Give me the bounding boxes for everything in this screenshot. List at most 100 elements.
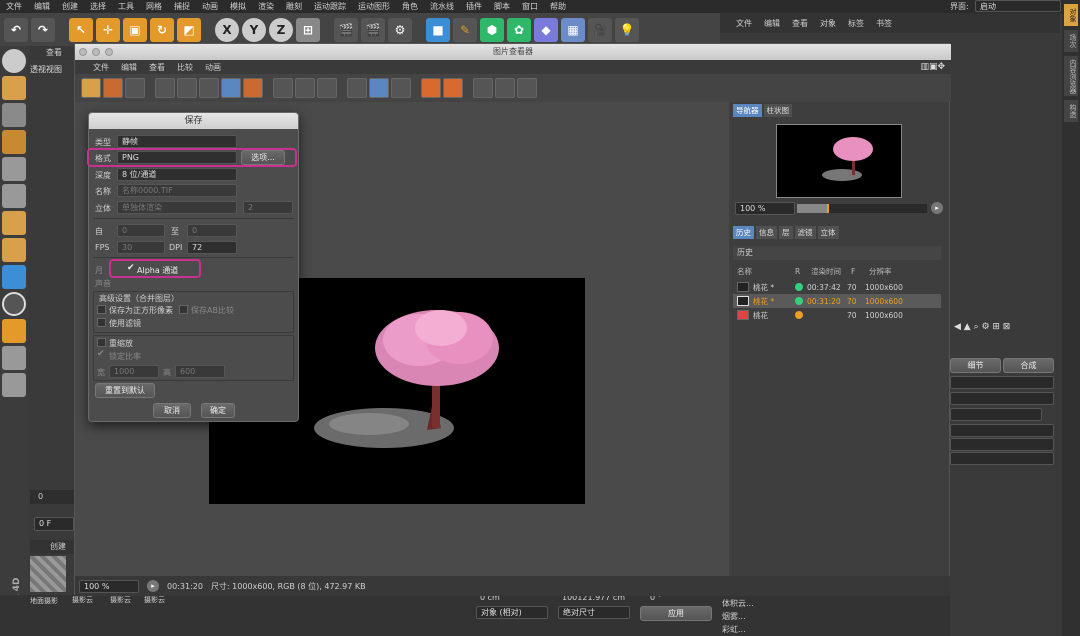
menu-select[interactable]: 选择	[90, 1, 106, 12]
zoom-field[interactable]: 100 %	[79, 579, 139, 593]
navigator-menu-icon[interactable]: ▸	[931, 202, 943, 214]
minimize-icon[interactable]	[92, 48, 100, 56]
save-ab-checkbox[interactable]	[179, 305, 188, 314]
paste-icon[interactable]	[243, 78, 263, 98]
texture-mode-icon[interactable]	[2, 103, 26, 127]
refresh-icon[interactable]	[317, 78, 337, 98]
snap-icon[interactable]	[2, 319, 26, 343]
pen-icon[interactable]: ✎	[453, 17, 477, 42]
menu-animate[interactable]: 动画	[202, 1, 218, 12]
menu-help[interactable]: 帮助	[550, 1, 566, 12]
viewer-menu-file[interactable]: 文件	[93, 62, 109, 73]
menu-tools[interactable]: 工具	[118, 1, 134, 12]
fit-icon[interactable]	[473, 78, 493, 98]
tab-content-browser[interactable]: 内容浏览器	[1064, 56, 1078, 96]
fps-field[interactable]: 30	[117, 241, 165, 254]
menu-simulate[interactable]: 模拟	[230, 1, 246, 12]
menu-sculpt[interactable]: 雕刻	[286, 1, 302, 12]
attr-field-6[interactable]	[950, 452, 1054, 465]
material-create-menu[interactable]: 创建	[30, 540, 74, 554]
menu-pipeline[interactable]: 流水线	[430, 1, 454, 12]
compare-icon[interactable]	[273, 78, 293, 98]
zoom-menu-icon[interactable]: ▸	[147, 580, 159, 592]
om-menu-bookmarks[interactable]: 书签	[876, 18, 892, 29]
zoom-icon[interactable]	[517, 78, 537, 98]
ab-compare-icon[interactable]	[347, 78, 367, 98]
viewer-menu-animation[interactable]: 动画	[205, 62, 221, 73]
undo-icon[interactable]: ↶	[4, 17, 28, 42]
model-mode-icon[interactable]	[2, 76, 26, 100]
stereo-select[interactable]: 单独体渲染	[117, 201, 237, 214]
deformer-icon[interactable]: ◆	[534, 17, 558, 42]
render-settings-icon[interactable]: ⚙	[388, 17, 412, 42]
coordinate-system-icon[interactable]: ⊞	[296, 17, 320, 42]
navigator-zoom-slider[interactable]	[797, 204, 927, 213]
om-menu-file[interactable]: 文件	[736, 18, 752, 29]
planar-workplane-icon[interactable]	[2, 373, 26, 397]
tab-histogram[interactable]: 柱状图	[763, 104, 792, 117]
open-file-icon[interactable]	[81, 78, 101, 98]
name-select[interactable]: 名称0000.TIF	[117, 184, 237, 197]
save-sequence-icon[interactable]	[125, 78, 145, 98]
viewer-menu-edit[interactable]: 编辑	[121, 62, 137, 73]
om-menu-tags[interactable]: 标签	[848, 18, 864, 29]
move-icon[interactable]: ✛	[96, 17, 120, 42]
light-icon[interactable]: 💡	[615, 17, 639, 42]
menu-render[interactable]: 渲染	[258, 1, 274, 12]
size-mode-select[interactable]: 绝对尺寸	[558, 606, 630, 619]
rotate-icon[interactable]: ↻	[150, 17, 174, 42]
history-row[interactable]: 桃花 * 00:37:42 70 1000x600	[733, 280, 941, 294]
render-to-picture-viewer-icon[interactable]: 🎬	[361, 17, 385, 42]
region-icon[interactable]	[295, 78, 315, 98]
om-menu-edit[interactable]: 编辑	[764, 18, 780, 29]
panel-layout-icon[interactable]: ▥▣✥	[920, 62, 945, 72]
fx-item-volumetric-cloud[interactable]: 体积云...	[722, 597, 754, 610]
ok-button[interactable]: 确定	[201, 403, 235, 418]
menu-script[interactable]: 脚本	[494, 1, 510, 12]
material-swatch[interactable]	[30, 556, 66, 592]
current-frame-field[interactable]: 0 F	[34, 517, 74, 531]
render-settings-icon[interactable]	[199, 78, 219, 98]
menu-window[interactable]: 窗口	[522, 1, 538, 12]
navigator-zoom-field[interactable]: 100 %	[735, 202, 795, 215]
live-select-icon[interactable]: ↖	[69, 17, 93, 42]
width-field[interactable]: 1000	[109, 365, 159, 378]
points-mode-icon[interactable]	[2, 157, 26, 181]
y-axis-icon[interactable]: Y	[242, 17, 266, 42]
attr-field-1[interactable]	[950, 376, 1054, 389]
menu-character[interactable]: 角色	[402, 1, 418, 12]
om-menu-view[interactable]: 查看	[792, 18, 808, 29]
tab-takes[interactable]: 场次	[1064, 30, 1078, 52]
set-b-icon[interactable]	[443, 78, 463, 98]
coordinate-mode-select[interactable]: 对象 (相对)	[476, 606, 548, 619]
navigator-thumbnail[interactable]	[776, 124, 902, 198]
from-field[interactable]: 0	[117, 224, 165, 237]
apply-button[interactable]: 应用	[640, 606, 712, 621]
lock-workplane-icon[interactable]	[2, 346, 26, 370]
tweak-mode-icon[interactable]	[2, 265, 26, 289]
lock-ratio-check-icon[interactable]: ✔	[97, 349, 105, 359]
fx-item-smoke[interactable]: 烟雾...	[722, 610, 754, 623]
menu-mograph[interactable]: 运动图形	[358, 1, 390, 12]
redo-icon[interactable]: ↷	[31, 17, 55, 42]
history-row[interactable]: 桃花 70 1000x600	[733, 308, 941, 322]
recent-tool-icon[interactable]: ◩	[177, 17, 201, 42]
render-view-icon[interactable]: 🎬	[334, 17, 358, 42]
menu-plugins[interactable]: 插件	[466, 1, 482, 12]
close-icon[interactable]	[79, 48, 87, 56]
tab-layer[interactable]: 层	[779, 226, 793, 239]
menu-edit[interactable]: 编辑	[34, 1, 50, 12]
tab-history[interactable]: 历史	[733, 226, 754, 239]
layout-select[interactable]: 启动	[975, 0, 1061, 12]
edges-mode-icon[interactable]	[2, 184, 26, 208]
cloner-icon[interactable]: ✿	[507, 17, 531, 42]
attr-field-2[interactable]	[950, 392, 1054, 405]
attr-field-4[interactable]	[950, 424, 1054, 437]
scale-icon[interactable]: ▣	[123, 17, 147, 42]
tab-stereo[interactable]: 立体	[817, 226, 839, 239]
render-icon[interactable]	[155, 78, 175, 98]
type-select[interactable]: 静帧	[117, 135, 237, 148]
menu-motion-tracking[interactable]: 运动跟踪	[314, 1, 346, 12]
floor-icon[interactable]: ▦	[561, 17, 585, 42]
camera-icon[interactable]: 🎥	[588, 17, 612, 42]
